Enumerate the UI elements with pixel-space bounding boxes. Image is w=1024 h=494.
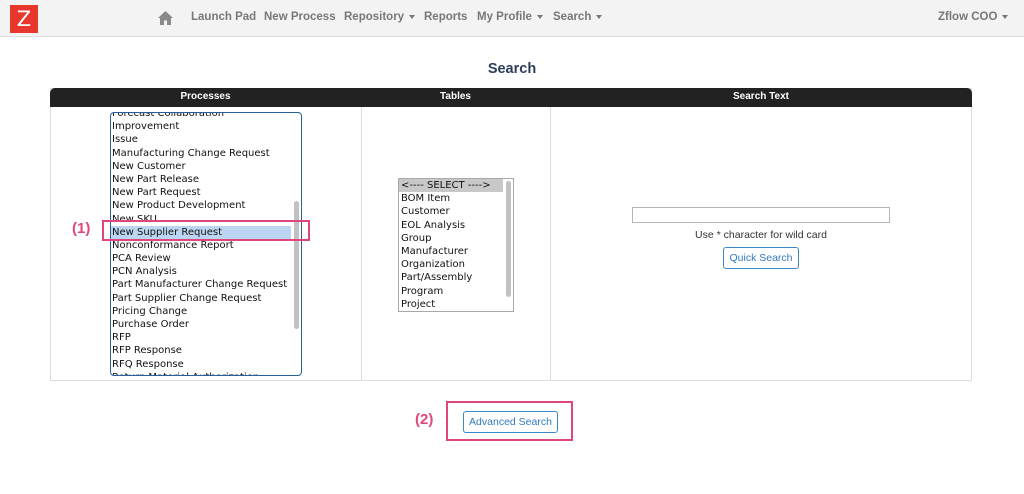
processes-listbox[interactable]: Forecast Collaboration Improvement Issue Ma… (110, 112, 302, 376)
annotation-highlight-1 (102, 220, 310, 241)
chevron-down-icon (596, 14, 603, 19)
column-header-processes: Processes (180, 91, 231, 102)
table-option[interactable]: Group (399, 232, 513, 245)
process-option[interactable]: Part Manufacturer Change Request (111, 278, 301, 291)
column-header-search-text: Search Text (733, 91, 789, 102)
process-option[interactable]: RFP (111, 331, 301, 344)
nav-my-profile-label: My Profile (477, 11, 532, 23)
page-title: Search (487, 61, 537, 77)
table-option[interactable]: <---- SELECT ----> (399, 179, 503, 193)
app-logo[interactable]: Z (10, 5, 38, 33)
process-option[interactable]: Improvement (111, 120, 301, 133)
chevron-down-icon (536, 14, 543, 19)
annotation-label-1: (1) (72, 220, 91, 237)
annotation-highlight-2 (446, 401, 573, 441)
nav-repository[interactable]: Repository (344, 11, 416, 23)
nav-reports[interactable]: Reports (424, 11, 467, 23)
nav-repository-label: Repository (344, 11, 405, 23)
tables-scrollbar[interactable] (504, 179, 513, 311)
tables-options: <---- SELECT ----> BOM Item Customer EOL An… (399, 179, 513, 311)
process-option[interactable]: Part Supplier Change Request (111, 292, 301, 305)
table-option[interactable]: Manufacturer (399, 245, 513, 258)
process-option[interactable]: New Part Request (111, 186, 301, 199)
home-icon[interactable] (157, 10, 174, 26)
process-option[interactable]: New Product Development (111, 199, 301, 212)
processes-scrollbar[interactable] (292, 113, 301, 375)
table-option[interactable]: Project (399, 298, 513, 311)
user-name: Zflow COO (938, 11, 998, 23)
process-option[interactable]: PCA Review (111, 252, 301, 265)
search-text-input[interactable] (632, 207, 890, 223)
tables-listbox[interactable]: <---- SELECT ----> BOM Item Customer EOL An… (398, 178, 514, 312)
table-option[interactable]: Program (399, 285, 513, 298)
nav-new-process[interactable]: New Process (264, 11, 336, 23)
quick-search-button[interactable]: Quick Search (723, 247, 799, 269)
process-option[interactable]: Issue (111, 133, 301, 146)
process-option[interactable]: Pricing Change (111, 305, 301, 318)
table-option[interactable]: EOL Analysis (399, 219, 513, 232)
table-option[interactable]: Organization (399, 258, 513, 271)
process-option[interactable]: Purchase Order (111, 318, 301, 331)
process-option[interactable]: Forecast Collaboration (111, 113, 301, 120)
chevron-down-icon (1002, 14, 1009, 19)
annotation-label-2: (2) (415, 411, 434, 428)
chevron-down-icon (409, 14, 416, 19)
scrollbar-thumb[interactable] (506, 181, 511, 297)
user-menu[interactable]: Zflow COO (938, 11, 1009, 23)
process-option[interactable]: Return Material Authorization (111, 371, 301, 375)
table-header: Processes Tables Search Text (50, 88, 972, 107)
nav-search[interactable]: Search (553, 11, 603, 23)
nav-launch-pad[interactable]: Launch Pad (191, 11, 256, 23)
processes-options: Forecast Collaboration Improvement Issue Ma… (111, 113, 301, 375)
process-option[interactable]: New Part Release (111, 173, 301, 186)
nav-search-label: Search (553, 11, 592, 23)
table-option[interactable]: Part/Assembly (399, 271, 513, 284)
column-divider (361, 107, 362, 381)
wildcard-hint: Use * character for wild card (695, 229, 827, 241)
table-option[interactable]: BOM Item (399, 192, 513, 205)
process-option[interactable]: Manufacturing Change Request (111, 147, 301, 160)
process-option[interactable]: New Customer (111, 160, 301, 173)
table-option[interactable]: Customer (399, 205, 513, 218)
process-option[interactable]: RFP Response (111, 344, 301, 357)
process-option[interactable]: RFQ Response (111, 358, 301, 371)
process-option[interactable]: PCN Analysis (111, 265, 301, 278)
top-nav-bar: Z Launch Pad New Process Repository Repo… (0, 0, 1024, 37)
column-divider (550, 107, 551, 381)
nav-my-profile[interactable]: My Profile (477, 11, 543, 23)
column-header-tables: Tables (440, 91, 471, 102)
